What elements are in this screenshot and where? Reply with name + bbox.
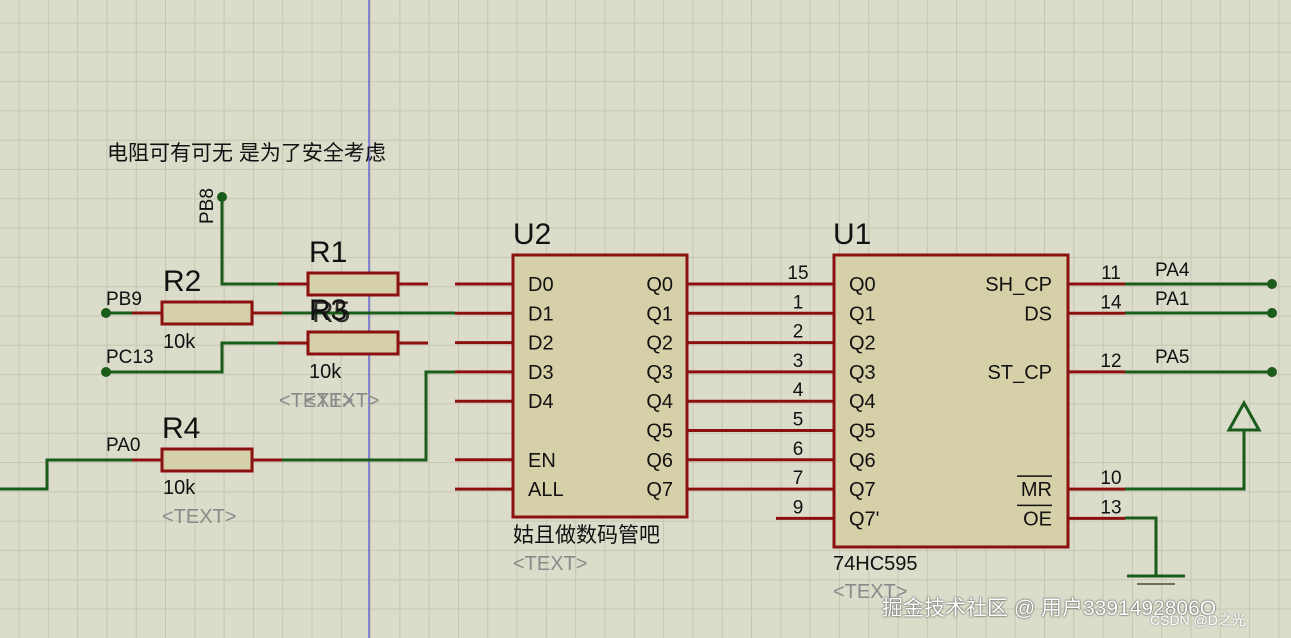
resistor-r4-value: 10k <box>163 477 196 499</box>
resistor-r2[interactable]: R2 10k <box>160 265 254 353</box>
u1-pin-label: Q5 <box>849 421 876 443</box>
u2-pin-label: Q4 <box>646 391 673 413</box>
net-label-pb9: PB9 <box>106 289 142 310</box>
u1-pin-number: 15 <box>787 263 808 284</box>
u1-pin-label: Q0 <box>849 274 876 296</box>
u1-pin-number: 3 <box>793 351 804 372</box>
u2-pin-label: EN <box>528 450 556 472</box>
resistor-r4[interactable]: R4 10k <TEXT> <box>160 412 254 528</box>
u2-pin-label: D3 <box>528 362 554 384</box>
resistor-r1[interactable]: R1 <box>306 236 400 297</box>
u1-pin-label: Q3 <box>849 362 876 384</box>
u1-pin-label: MR <box>1021 479 1052 501</box>
u2-pin-label: Q5 <box>646 421 673 443</box>
u1-pin-number: 6 <box>793 439 804 460</box>
u1-pin-number: 1 <box>793 292 804 313</box>
u2-caption: 姑且做数码管吧 <box>513 524 660 547</box>
u1-pin-label: DS <box>1024 303 1052 325</box>
u2-pin-label: Q0 <box>646 274 673 296</box>
u2-ref: U2 <box>513 218 551 251</box>
u2-pin-label: D2 <box>528 333 554 355</box>
resistor-r4-body[interactable] <box>160 447 254 473</box>
u2-pin-label: Q3 <box>646 362 673 384</box>
wire <box>220 197 308 286</box>
terminal-dot <box>101 367 111 377</box>
u2-pin-label: D0 <box>528 274 554 296</box>
u1-pin-number: 13 <box>1100 497 1121 518</box>
u1-ref: U1 <box>833 218 871 251</box>
u1-pin-number: 9 <box>793 497 804 518</box>
wire <box>1125 430 1246 491</box>
resistor-r2-ref: R2 <box>163 265 201 298</box>
power-arrow-symbol <box>1226 399 1262 432</box>
net-label-pa0: PA0 <box>106 435 141 456</box>
u2-pin-label: Q1 <box>646 303 673 325</box>
wire <box>0 458 162 491</box>
resistor-r2-body[interactable] <box>160 300 254 326</box>
component-u1[interactable]: U1 Q0 15 Q1 1 Q2 2 Q3 3 Q4 4 Q5 5 Q6 6 Q7 7 Q7' 9 SH_CP 11 D… <box>776 218 1125 603</box>
net-label-pc13: PC13 <box>106 347 154 368</box>
u1-pin-label: Q7' <box>849 508 880 530</box>
u1-pin-number: 2 <box>793 322 804 343</box>
resistor-r1-ref: R1 <box>309 236 347 269</box>
resistor-r3-ghost-text: <TEXT> <box>305 390 379 412</box>
terminal-dot <box>1267 279 1277 289</box>
annotation-note: 电阻可有可无 是为了安全考虑 <box>107 142 386 165</box>
u2-pin-label: D4 <box>528 391 554 413</box>
net-label-pa5: PA5 <box>1155 347 1190 368</box>
u1-pin-label: Q7 <box>849 479 876 501</box>
u1-pin-number: 5 <box>793 410 804 431</box>
u1-pin-label: Q6 <box>849 450 876 472</box>
u1-pin-label: OE <box>1023 508 1052 530</box>
schematic-canvas[interactable]: R1 R2 10k R5 R3 10k <TEXT> <TEXT> R4 10k… <box>0 0 1291 638</box>
resistor-r3-body[interactable] <box>306 330 400 356</box>
u1-pin-label: Q4 <box>849 391 876 413</box>
watermark-sub: CSDN @D之光 <box>1150 612 1246 628</box>
u1-pin-number: 12 <box>1100 351 1121 372</box>
resistor-r3-value: 10k <box>309 361 342 383</box>
resistor-r4-ref: R4 <box>162 412 200 445</box>
resistor-r1-body[interactable] <box>306 271 400 297</box>
u2-pin-label: Q2 <box>646 333 673 355</box>
terminal-dot <box>1267 367 1277 377</box>
u2-pin-label: Q6 <box>646 450 673 472</box>
u1-pin-number: 14 <box>1100 292 1122 313</box>
u2-text: <TEXT> <box>513 553 587 575</box>
u2-pin-label: Q7 <box>646 479 673 501</box>
net-label-pa1: PA1 <box>1155 289 1190 310</box>
u1-pin-number: 10 <box>1100 468 1121 489</box>
u1-pin-label: Q2 <box>849 333 876 355</box>
u1-pin-number: 7 <box>793 468 804 489</box>
net-label-pb8: PB8 <box>197 188 218 224</box>
resistor-r3-ref: R3 <box>309 294 347 327</box>
u1-pin-label: Q1 <box>849 303 876 325</box>
u1-part-number: 74HC595 <box>833 553 918 575</box>
u1-pin-number: 4 <box>793 380 804 401</box>
resistor-r4-text: <TEXT> <box>162 506 236 528</box>
terminal-dot <box>1267 308 1277 318</box>
u1-pin-label: SH_CP <box>985 274 1052 296</box>
u2-pin-label: ALL <box>528 479 564 501</box>
power-arrow <box>1226 399 1262 432</box>
u2-pin-label: D1 <box>528 303 554 325</box>
wire <box>1125 516 1158 576</box>
u1-pin-number: 11 <box>1101 263 1121 284</box>
resistor-r2-value: 10k <box>163 331 196 353</box>
u1-pin-label: ST_CP <box>988 362 1052 384</box>
schematic-svg[interactable]: R1 R2 10k R5 R3 10k <TEXT> <TEXT> R4 10k… <box>0 0 1291 638</box>
net-label-pa4: PA4 <box>1155 260 1190 281</box>
terminal-dot <box>217 192 227 202</box>
